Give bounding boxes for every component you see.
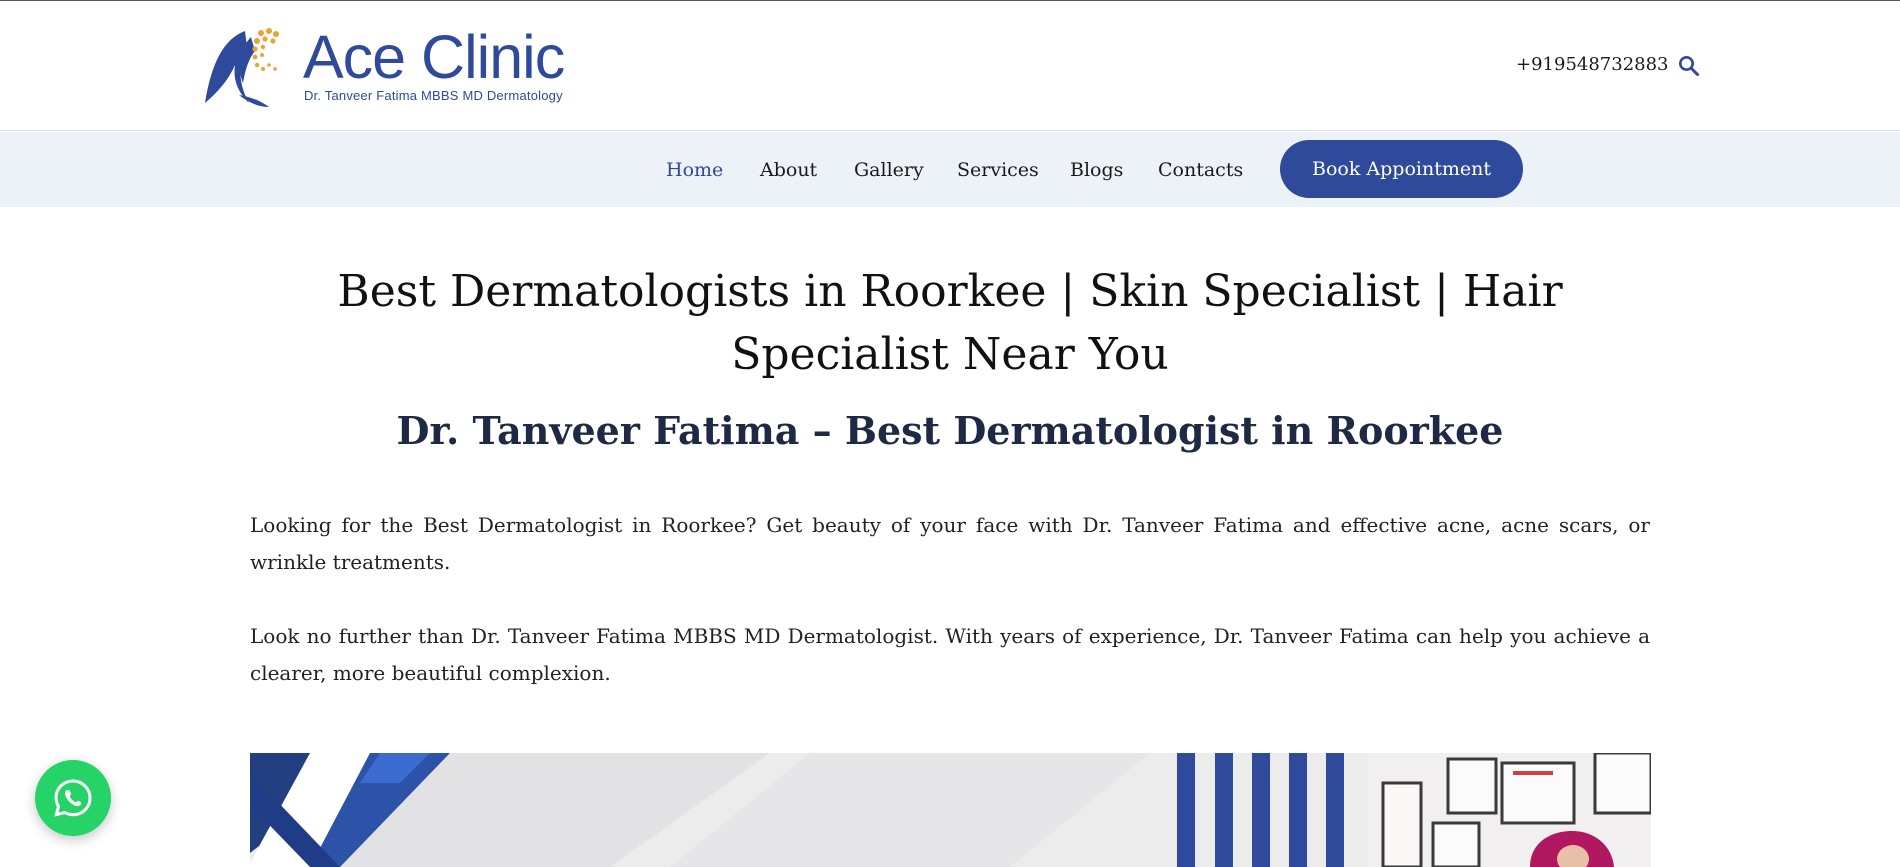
phone-number[interactable]: +919548732883 <box>1516 54 1669 75</box>
site-header: Ace Clinic Dr. Tanveer Fatima MBBS MD De… <box>0 1 1900 131</box>
page-subtitle: Dr. Tanveer Fatima – Best Dermatologist … <box>396 408 1504 453</box>
nav-item-blogs[interactable]: Blogs <box>1070 159 1123 181</box>
search-icon[interactable] <box>1677 54 1701 78</box>
nav-item-services[interactable]: Services <box>957 159 1039 181</box>
logo-mark-icon <box>205 28 279 107</box>
nav-item-gallery[interactable]: Gallery <box>854 159 924 181</box>
nav-item-contacts[interactable]: Contacts <box>1158 159 1243 181</box>
nav-item-home[interactable]: Home <box>666 159 723 181</box>
nav-item-about[interactable]: About <box>760 159 817 181</box>
logo-title: Ace Clinic <box>303 23 565 91</box>
intro-paragraph-1: Looking for the Best Dermatologist in Ro… <box>250 513 1650 574</box>
main-nav: Home About Gallery Services Blogs Contac… <box>0 132 1900 207</box>
whatsapp-button[interactable] <box>35 760 111 836</box>
hero-image <box>250 753 1651 867</box>
intro-paragraph-2: Look no further than Dr. Tanveer Fatima … <box>250 624 1650 685</box>
logo-tagline: Dr. Tanveer Fatima MBBS MD Dermatology <box>304 88 563 103</box>
page-title: Best Dermatologists in Roorkee | Skin Sp… <box>337 266 1563 380</box>
whatsapp-icon <box>54 779 92 817</box>
site-logo[interactable]: Ace Clinic Dr. Tanveer Fatima MBBS MD De… <box>203 25 583 109</box>
book-appointment-button[interactable]: Book Appointment <box>1280 140 1523 198</box>
